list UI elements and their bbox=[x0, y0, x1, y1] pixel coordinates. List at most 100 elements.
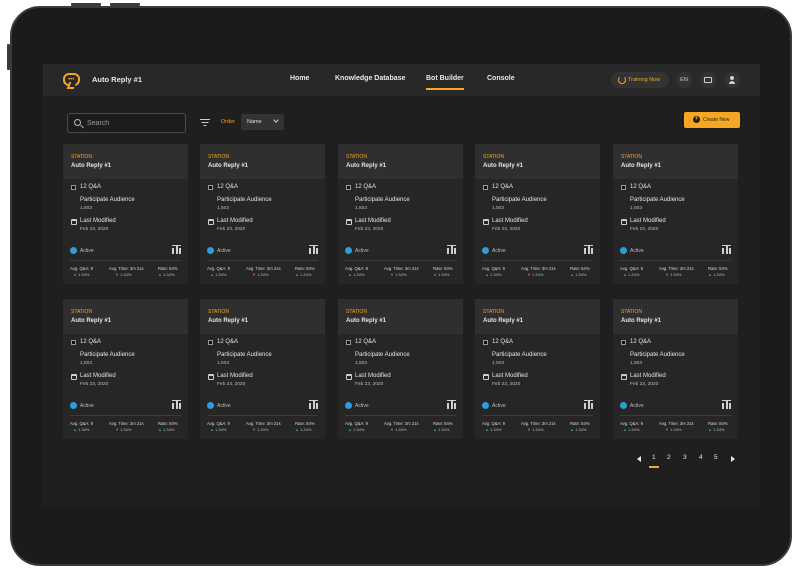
nav-bot-builder[interactable]: Bot Builder bbox=[426, 75, 464, 90]
stat-rate: Rate: 84% bbox=[570, 266, 590, 271]
stat-avg-time-change: ▼ 1.34% bbox=[115, 427, 132, 432]
nav-console[interactable]: Console bbox=[487, 75, 515, 82]
stat-rate: Rate: 84% bbox=[158, 266, 178, 271]
stat-avg-time-change: ▼ 1.34% bbox=[390, 272, 407, 277]
next-page-icon[interactable] bbox=[731, 456, 735, 462]
stat-avg-qa: Avg. Q&A: 9 bbox=[482, 421, 505, 426]
card-title[interactable]: Auto Reply #1 bbox=[71, 318, 111, 324]
device-top-button bbox=[110, 3, 140, 6]
card-header: STATION Auto Reply #1 bbox=[475, 299, 600, 334]
plus-icon: + bbox=[693, 116, 700, 123]
stat-rate: Rate: 84% bbox=[433, 421, 453, 426]
card-tag: STATION bbox=[483, 309, 504, 315]
card-title[interactable]: Auto Reply #1 bbox=[346, 163, 386, 169]
page-5[interactable]: 5 bbox=[714, 454, 718, 461]
search-box[interactable] bbox=[67, 113, 186, 133]
card-title[interactable]: Auto Reply #1 bbox=[483, 163, 523, 169]
stat-avg-qa-change: ▲ 1.34% bbox=[73, 272, 90, 277]
chat-button[interactable] bbox=[700, 72, 716, 88]
stat-rate: Rate: 84% bbox=[158, 421, 178, 426]
card-title[interactable]: Auto Reply #1 bbox=[346, 318, 386, 324]
card-title[interactable]: Auto Reply #1 bbox=[483, 318, 523, 324]
stat-rate-change: ▲ 1.34% bbox=[158, 272, 175, 277]
training-status-button[interactable]: Training Now bbox=[611, 72, 669, 88]
bot-card[interactable]: STATION Auto Reply #1 12 Q&A Participate Au… bbox=[338, 144, 463, 284]
modified-value: Feb 23, 2020 bbox=[492, 227, 521, 232]
card-title[interactable]: Auto Reply #1 bbox=[208, 318, 248, 324]
status-dot-icon bbox=[207, 402, 214, 409]
bars-chart-icon[interactable] bbox=[172, 400, 181, 409]
stat-rate: Rate: 84% bbox=[708, 421, 728, 426]
modified-value: Feb 23, 2020 bbox=[355, 227, 384, 232]
stat-rate: Rate: 84% bbox=[433, 266, 453, 271]
stat-avg-time-change: ▼ 1.34% bbox=[390, 427, 407, 432]
search-input[interactable] bbox=[87, 118, 182, 129]
user-icon bbox=[729, 75, 735, 85]
calendar-icon bbox=[483, 219, 489, 225]
filter-icon[interactable] bbox=[200, 119, 210, 127]
page-1[interactable]: 1 bbox=[649, 454, 659, 468]
bot-card[interactable]: STATION Auto Reply #1 12 Q&A Participate Au… bbox=[613, 144, 738, 284]
bot-card[interactable]: STATION Auto Reply #1 12 Q&A Participate Au… bbox=[475, 144, 600, 284]
modified-label: Last Modified bbox=[492, 373, 528, 379]
stat-avg-time-change: ▼ 1.34% bbox=[252, 427, 269, 432]
card-title[interactable]: Auto Reply #1 bbox=[208, 163, 248, 169]
modified-value: Feb 23, 2020 bbox=[492, 382, 521, 387]
page-2[interactable]: 2 bbox=[667, 454, 671, 461]
status-label: Active bbox=[630, 403, 644, 409]
status-label: Active bbox=[80, 248, 94, 254]
bars-chart-icon[interactable] bbox=[584, 245, 593, 254]
card-divider bbox=[620, 260, 731, 261]
logo-chat-icon[interactable]: ••• bbox=[63, 73, 80, 86]
training-icon bbox=[618, 76, 626, 84]
nav-knowledge-database[interactable]: Knowledge Database bbox=[335, 75, 405, 82]
card-header: STATION Auto Reply #1 bbox=[475, 144, 600, 179]
bars-chart-icon[interactable] bbox=[722, 400, 731, 409]
card-title[interactable]: Auto Reply #1 bbox=[621, 163, 661, 169]
page-4[interactable]: 4 bbox=[699, 454, 703, 461]
bot-card[interactable]: STATION Auto Reply #1 12 Q&A Participate Au… bbox=[200, 144, 325, 284]
arrow-down-icon: ▼ bbox=[390, 427, 394, 432]
bot-card[interactable]: STATION Auto Reply #1 12 Q&A Participate Au… bbox=[613, 299, 738, 439]
bars-chart-icon[interactable] bbox=[309, 245, 318, 254]
stat-rate-change: ▲ 1.34% bbox=[158, 427, 175, 432]
user-button[interactable] bbox=[724, 72, 740, 88]
stat-avg-time-change: ▼ 1.34% bbox=[252, 272, 269, 277]
bars-chart-icon[interactable] bbox=[447, 245, 456, 254]
card-header: STATION Auto Reply #1 bbox=[200, 144, 325, 179]
bot-card[interactable]: STATION Auto Reply #1 12 Q&A Participate Au… bbox=[63, 144, 188, 284]
card-title[interactable]: Auto Reply #1 bbox=[71, 163, 111, 169]
bars-chart-icon[interactable] bbox=[309, 400, 318, 409]
stat-avg-time: Avg. Time: 3m 21s bbox=[384, 421, 419, 426]
language-button[interactable]: EN bbox=[676, 72, 692, 88]
bot-card[interactable]: STATION Auto Reply #1 12 Q&A Participate Au… bbox=[475, 299, 600, 439]
bot-card[interactable]: STATION Auto Reply #1 12 Q&A Participate Au… bbox=[63, 299, 188, 439]
prev-page-icon[interactable] bbox=[637, 456, 641, 462]
modified-value: Feb 23, 2020 bbox=[217, 227, 246, 232]
bot-card[interactable]: STATION Auto Reply #1 12 Q&A Participate Au… bbox=[200, 299, 325, 439]
nav-home[interactable]: Home bbox=[290, 75, 309, 82]
card-title[interactable]: Auto Reply #1 bbox=[621, 318, 661, 324]
chat-icon bbox=[704, 77, 712, 83]
modified-value: Feb 23, 2020 bbox=[80, 382, 109, 387]
stat-avg-time-change: ▼ 1.34% bbox=[527, 272, 544, 277]
create-new-button[interactable]: + Create New bbox=[684, 112, 740, 128]
order-select[interactable]: Name bbox=[241, 114, 284, 130]
card-header: STATION Auto Reply #1 bbox=[613, 144, 738, 179]
bars-chart-icon[interactable] bbox=[722, 245, 731, 254]
bot-card[interactable]: STATION Auto Reply #1 12 Q&A Participate Au… bbox=[338, 299, 463, 439]
page-3[interactable]: 3 bbox=[683, 454, 687, 461]
stat-avg-time: Avg. Time: 3m 21s bbox=[521, 266, 556, 271]
audience-value: 1,503 bbox=[217, 206, 230, 211]
stat-avg-qa-change: ▲ 1.34% bbox=[485, 272, 502, 277]
bars-chart-icon[interactable] bbox=[172, 245, 181, 254]
arrow-down-icon: ▼ bbox=[527, 427, 531, 432]
bars-chart-icon[interactable] bbox=[584, 400, 593, 409]
stat-rate: Rate: 84% bbox=[708, 266, 728, 271]
modified-label: Last Modified bbox=[355, 218, 391, 224]
card-tag: STATION bbox=[208, 154, 229, 160]
bars-chart-icon[interactable] bbox=[447, 400, 456, 409]
audience-label: Participate Audience bbox=[217, 197, 272, 203]
qa-count: 12 Q&A bbox=[630, 184, 652, 190]
device-side-button bbox=[7, 44, 10, 70]
